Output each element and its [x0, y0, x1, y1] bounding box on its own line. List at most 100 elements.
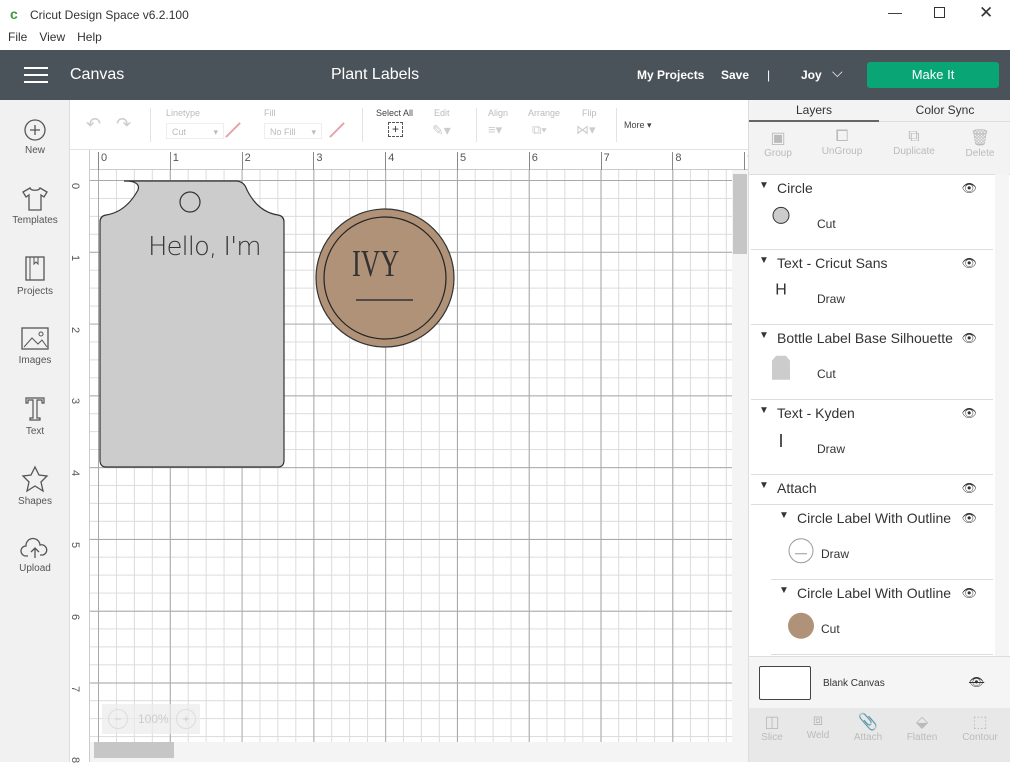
layer-item[interactable]: ▼ Circle Label With Outline 👁 Cut — [771, 580, 993, 655]
arrange-icon[interactable]: ⧉▾ — [532, 122, 547, 138]
layer-thumbnail[interactable] — [787, 612, 815, 643]
bottle-label-shape[interactable] — [98, 180, 288, 470]
ruler-v-label: 3 — [69, 398, 82, 405]
maximize-button[interactable] — [934, 7, 945, 18]
design-canvas[interactable]: Hello, I'm IVY − 100% + — [90, 170, 732, 742]
duplicate-button[interactable]: ⧉ Duplicate — [889, 128, 939, 157]
ruler-v-label: 2 — [69, 326, 82, 333]
my-projects-link[interactable]: My Projects — [637, 68, 704, 82]
flip-icon[interactable]: ⋈▾ — [576, 122, 596, 138]
caret-down-icon[interactable]: ▼ — [779, 510, 789, 521]
redo-icon[interactable]: ↷ — [116, 114, 131, 135]
zoom-in-button[interactable]: + — [176, 709, 196, 729]
fill-select[interactable]: No Fill ▾ — [264, 123, 322, 139]
text-icon — [25, 397, 45, 421]
undo-icon[interactable]: ↶ — [86, 114, 101, 135]
layer-thumbnail[interactable]: H — [775, 281, 787, 299]
eye-icon[interactable]: 👁 — [962, 406, 977, 420]
eye-icon[interactable]: 👁 — [962, 331, 977, 345]
layer-name: Circle Label With Outline — [797, 510, 952, 526]
title-bar: c Cricut Design Space v6.2.100 — ✕ — [0, 0, 1010, 30]
sidebar-item-images[interactable]: Images — [0, 326, 70, 366]
fill-color-swatch[interactable] — [329, 122, 345, 138]
tab-layers[interactable]: Layers — [749, 100, 879, 122]
layer-name: Text - Cricut Sans — [777, 255, 888, 271]
tag-text[interactable]: Hello, I'm — [148, 232, 262, 262]
layer-thumbnail[interactable] — [787, 537, 815, 568]
ungroup-button[interactable]: ⧠ UnGroup — [817, 128, 867, 157]
menu-file[interactable]: File — [8, 30, 27, 44]
layer-item[interactable]: ▼ Circle 👁 Cut — [751, 175, 993, 250]
sidebar-item-text[interactable]: Text — [0, 395, 70, 437]
align-icon[interactable]: ≡▾ — [488, 122, 502, 138]
ruler-h-label: 8 — [672, 152, 682, 170]
layer-item[interactable]: ▼ Text - Cricut Sans 👁 H Draw — [751, 250, 993, 325]
layers-scrollbar[interactable] — [995, 174, 1009, 656]
caret-down-icon[interactable]: ▼ — [759, 405, 769, 416]
eye-icon[interactable]: 👁 — [962, 481, 977, 495]
layer-name: Bottle Label Base Silhouette — [777, 330, 953, 346]
layer-operation: Cut — [817, 367, 836, 381]
menu-help[interactable]: Help — [77, 30, 102, 44]
linetype-select[interactable]: Cut ▾ — [166, 123, 224, 139]
layer-item[interactable]: ▼ Bottle Label Base Silhouette 👁 Cut — [751, 325, 993, 400]
align-label: Align — [488, 108, 509, 118]
ruler-h-label: 0 — [98, 152, 107, 170]
circle-text[interactable]: IVY — [352, 242, 399, 286]
eye-icon[interactable]: 👁 — [962, 511, 977, 525]
caret-down-icon[interactable]: ▼ — [759, 330, 769, 341]
contour-button[interactable]: ⬚ Contour — [955, 712, 1005, 743]
layer-item[interactable]: ▼ Text - Kyden 👁 I Draw — [751, 400, 993, 475]
caret-down-icon[interactable]: ▼ — [779, 585, 789, 596]
eye-hidden-icon[interactable]: 👁 — [969, 675, 984, 689]
chevron-down-icon[interactable]: ⌵ — [832, 64, 843, 81]
layer-item[interactable]: ▼ Circle Label With Outline 👁 Draw — [771, 505, 993, 580]
weld-button[interactable]: ⧈ Weld — [793, 712, 843, 741]
slice-button[interactable]: ◫ Slice — [747, 712, 797, 743]
layer-thumbnail[interactable]: I — [778, 431, 783, 452]
blank-canvas-swatch[interactable] — [759, 666, 811, 700]
zoom-out-button[interactable]: − — [108, 709, 128, 729]
make-it-button[interactable]: Make It — [867, 62, 999, 88]
eye-icon[interactable]: 👁 — [962, 256, 977, 270]
delete-button[interactable]: 🗑 Delete — [955, 128, 1005, 159]
ruler-h-label: 1 — [169, 152, 179, 170]
attach-button[interactable]: 📎 Attach — [843, 712, 893, 743]
caret-down-icon[interactable]: ▼ — [759, 480, 769, 491]
tab-color-sync[interactable]: Color Sync — [879, 100, 1010, 122]
ruler-v-label: 5 — [69, 541, 82, 549]
edit-tools-icon[interactable]: ✎▾ — [432, 122, 451, 139]
sidebar-item-new[interactable]: New — [0, 118, 70, 156]
layer-name: Circle — [777, 180, 813, 196]
sidebar-item-upload[interactable]: Upload — [0, 536, 70, 574]
project-name[interactable]: Plant Labels — [331, 66, 419, 84]
flatten-button[interactable]: ⬙ Flatten — [897, 712, 947, 743]
menu-view[interactable]: View — [39, 30, 65, 44]
horizontal-scrollbar[interactable] — [90, 742, 748, 762]
more-button[interactable]: More ▾ — [624, 120, 652, 131]
sidebar-item-projects[interactable]: Projects — [0, 255, 70, 297]
blank-canvas-row[interactable]: Blank Canvas 👁 — [749, 656, 1010, 708]
hamburger-menu-icon[interactable] — [24, 67, 48, 83]
layer-thumbnail[interactable] — [771, 354, 791, 385]
caret-down-icon[interactable]: ▼ — [759, 180, 769, 191]
caret-down-icon[interactable]: ▼ — [759, 255, 769, 266]
eye-icon[interactable]: 👁 — [962, 586, 977, 600]
select-all-button[interactable]: + — [388, 122, 403, 137]
layer-name: Text - Kyden — [777, 405, 855, 421]
group-button[interactable]: ▣ Group — [753, 128, 803, 159]
cloud-upload-icon — [20, 537, 48, 558]
layer-thumbnail[interactable] — [771, 205, 791, 228]
sidebar-item-shapes[interactable]: Shapes — [0, 465, 70, 507]
close-button[interactable]: ✕ — [979, 3, 993, 23]
eye-icon[interactable]: 👁 — [962, 181, 977, 195]
save-button[interactable]: Save — [721, 68, 749, 82]
user-name[interactable]: Joy — [801, 68, 822, 82]
vertical-scrollbar[interactable] — [732, 170, 748, 742]
minimize-button[interactable]: — — [888, 4, 902, 20]
blank-canvas-label: Blank Canvas — [823, 678, 885, 689]
layer-item[interactable]: ▼ Attach 👁 — [751, 475, 993, 505]
fill-label: Fill — [264, 108, 276, 118]
linetype-color-swatch[interactable] — [225, 122, 241, 138]
sidebar-item-templates[interactable]: Templates — [0, 186, 70, 226]
